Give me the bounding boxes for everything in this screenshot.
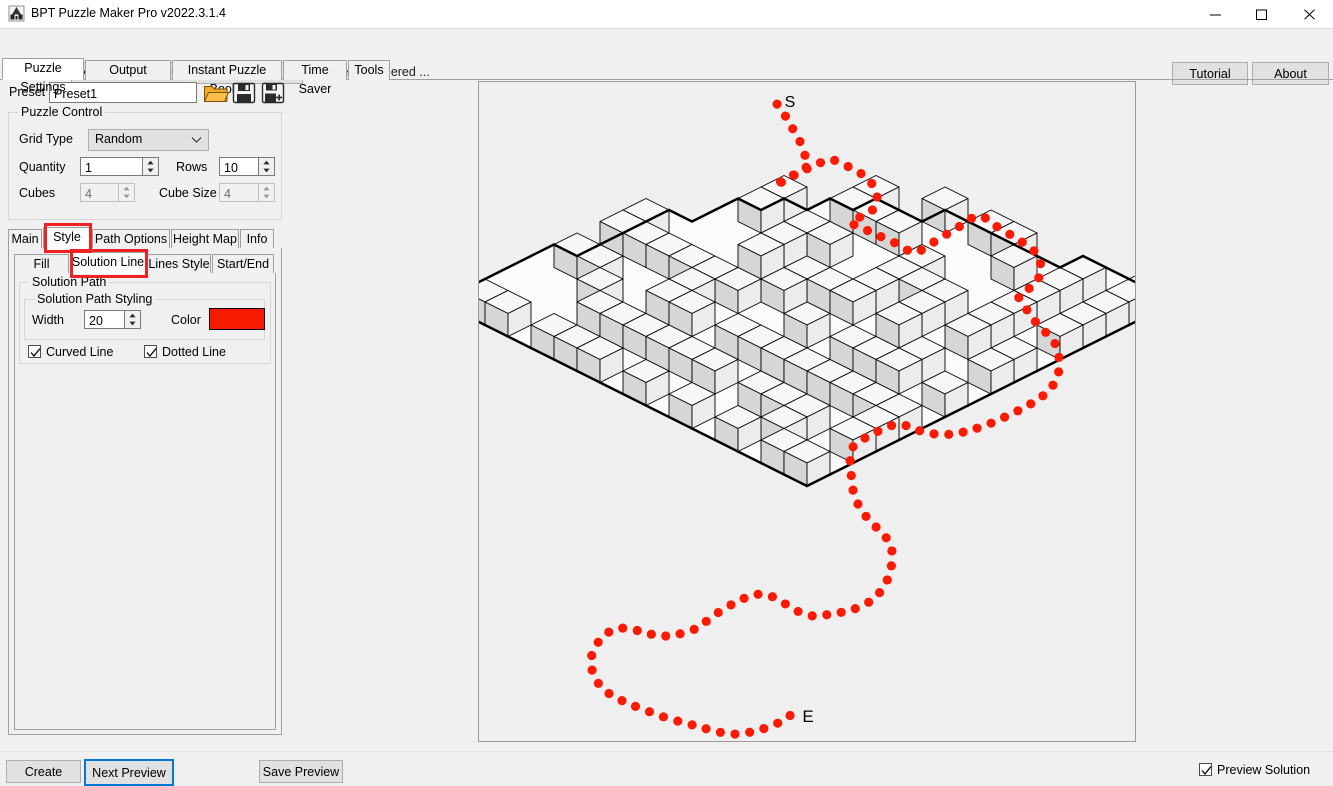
grid-type-label: Grid Type xyxy=(19,132,73,146)
tab-height-map[interactable]: Height Map xyxy=(171,229,239,249)
width-label: Width xyxy=(32,313,64,327)
preview-solution-checkbox[interactable] xyxy=(1199,763,1212,776)
quantity-input[interactable]: 1 xyxy=(80,157,143,176)
save-icon[interactable] xyxy=(232,82,256,107)
preset-input[interactable]: Preset1 xyxy=(49,82,197,103)
save-preview-button[interactable]: Save Preview xyxy=(259,760,343,783)
tab-solution-line[interactable]: Solution Line xyxy=(70,252,146,274)
dotted-line-checkbox[interactable] xyxy=(144,345,157,358)
tab-main[interactable]: Main xyxy=(8,229,42,249)
cube-size-input: 4 xyxy=(219,183,259,202)
rows-label: Rows xyxy=(176,160,207,174)
tab-puzzle-settings[interactable]: Puzzle Settings xyxy=(2,58,84,80)
quantity-stepper[interactable] xyxy=(143,157,159,176)
tab-start-end[interactable]: Start/End xyxy=(212,254,274,274)
grid-type-combobox[interactable]: Random xyxy=(88,129,209,151)
minimize-icon[interactable] xyxy=(1193,0,1239,28)
main-tabs: Puzzle Settings Output Settings Instant … xyxy=(0,60,1333,80)
maze-blocks xyxy=(479,176,1135,487)
maze-preview-canvas[interactable]: SE xyxy=(478,81,1136,742)
close-icon[interactable] xyxy=(1287,0,1333,28)
next-preview-button[interactable]: Next Preview xyxy=(84,759,174,786)
tab-output-settings[interactable]: Output Settings xyxy=(85,60,171,80)
title-bar: BPT Puzzle Maker Pro v2022.3.1.4 xyxy=(0,0,1333,29)
folder-open-icon[interactable] xyxy=(203,82,229,107)
preview-solution-label: Preview Solution xyxy=(1217,763,1310,777)
dotted-line-label: Dotted Line xyxy=(162,345,226,359)
puzzle-control-legend: Puzzle Control xyxy=(18,105,105,119)
tab-time-saver[interactable]: Time Saver xyxy=(283,60,347,80)
tab-style[interactable]: Style xyxy=(43,227,91,249)
save-as-icon[interactable] xyxy=(261,82,285,107)
rows-input[interactable]: 10 xyxy=(219,157,259,176)
maximize-icon[interactable] xyxy=(1239,0,1285,28)
tab-lines-style[interactable]: Lines Style xyxy=(147,254,211,274)
footer-bar: Create Next Preview Save Preview Preview… xyxy=(0,751,1333,784)
curved-line-checkbox[interactable] xyxy=(28,345,41,358)
grid-type-value: Random xyxy=(95,132,142,146)
style-subtabs: Fill Colors Solution Line Lines Style St… xyxy=(14,254,276,274)
cubes-stepper xyxy=(119,183,135,202)
color-label: Color xyxy=(171,313,201,327)
solution-path-legend: Solution Path xyxy=(29,275,109,289)
window-title: BPT Puzzle Maker Pro v2022.3.1.4 xyxy=(31,6,226,20)
cube-size-stepper xyxy=(259,183,275,202)
chevron-down-icon xyxy=(191,133,202,147)
tab-info[interactable]: Info xyxy=(240,229,274,249)
solution-width-stepper[interactable] xyxy=(125,310,141,329)
end-marker: E xyxy=(802,707,813,726)
tab-tools[interactable]: Tools xyxy=(348,60,390,80)
quantity-label: Quantity xyxy=(19,160,66,174)
tab-instant-puzzle-books[interactable]: Instant Puzzle Books xyxy=(172,60,282,80)
create-button[interactable]: Create xyxy=(6,760,81,783)
maze-rendering: SE xyxy=(479,82,1135,741)
puzzle-type-row: Puzzle Type Mazes 3D Isometric (Licensed… xyxy=(0,29,1333,57)
app-icon xyxy=(8,5,25,22)
rows-stepper[interactable] xyxy=(259,157,275,176)
tab-fill-colors[interactable]: Fill Colors xyxy=(14,254,69,274)
settings-tabs: Main Style Path Options Height Map Info xyxy=(8,229,282,249)
curved-line-label: Curved Line xyxy=(46,345,113,359)
start-marker: S xyxy=(785,94,796,111)
solution-color-swatch[interactable] xyxy=(209,308,265,330)
solution-path-styling-legend: Solution Path Styling xyxy=(34,292,155,306)
solution-width-input[interactable]: 20 xyxy=(84,310,125,329)
cubes-label: Cubes xyxy=(19,186,55,200)
cubes-input: 4 xyxy=(80,183,119,202)
application-window: BPT Puzzle Maker Pro v2022.3.1.4 Puzzle … xyxy=(0,0,1333,783)
cube-size-label: Cube Size xyxy=(159,186,217,200)
tab-path-options[interactable]: Path Options xyxy=(92,229,170,249)
